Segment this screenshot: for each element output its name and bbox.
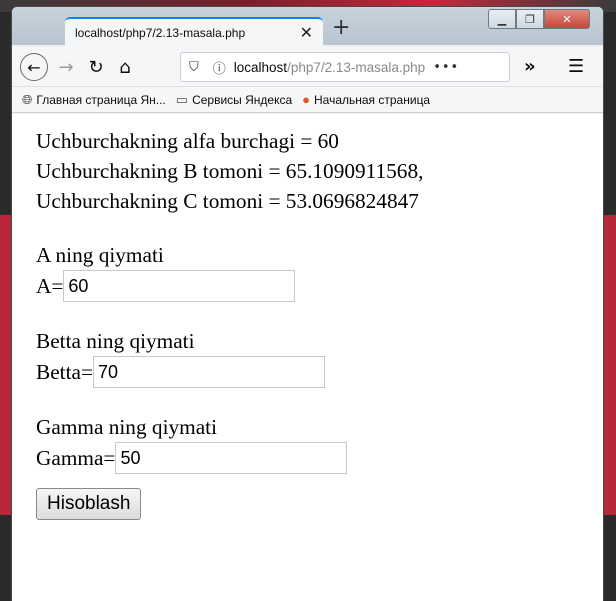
minimize-button[interactable]: ▁ (488, 9, 516, 29)
a-label: A= (36, 274, 64, 298)
result-b-side-line: Uchburchakning B tomoni = 65.1090911568, (36, 159, 424, 183)
url-path: /php7/2.13-masala.php (287, 59, 426, 75)
bookmark-yandex-services[interactable]: ▭ Сервисы Яндекса (176, 92, 292, 108)
forward-button[interactable]: → (54, 53, 78, 81)
gamma-heading: Gamma ning qiymati (36, 415, 217, 439)
new-tab-button[interactable]: + (332, 15, 350, 40)
close-tab-icon[interactable]: ✕ (300, 23, 313, 42)
betta-label: Betta= (36, 360, 93, 384)
maximize-button[interactable]: ❐ (516, 9, 544, 29)
page-actions-button[interactable]: ••• (433, 60, 459, 75)
info-icon[interactable]: ⓘ (213, 58, 226, 77)
gamma-input[interactable] (115, 442, 348, 474)
folder-icon: ▭ (175, 91, 189, 107)
address-bar[interactable]: ⛉ ⓘ localhost/php7/2.13-masala.php ••• (180, 52, 510, 82)
bookmark-label: Главная страница Ян... (36, 92, 166, 107)
calculate-button[interactable]: Hisoblash (36, 488, 142, 520)
navigation-toolbar: ← → ↻ ⌂ ⛉ ⓘ localhost/php7/2.13-masala.p… (12, 47, 603, 87)
a-heading: A ning qiymati (36, 243, 164, 267)
overflow-menu-button[interactable]: » (524, 56, 536, 77)
bookmark-yandex-home[interactable]: 🌐︎ Главная страница Ян... (22, 92, 166, 108)
result-c-side-line: Uchburchakning C tomoni = 53.0696824847 (36, 189, 419, 213)
shield-icon[interactable]: ⛉ (189, 60, 199, 75)
bookmark-label: Начальная страница (314, 92, 431, 107)
bookmark-label: Сервисы Яндекса (192, 92, 293, 107)
back-button[interactable]: ← (20, 53, 48, 81)
bookmark-start-page[interactable]: ● Начальная страница (302, 92, 430, 107)
home-button[interactable]: ⌂ (113, 53, 137, 81)
close-window-button[interactable]: ✕ (544, 9, 590, 29)
a-input[interactable] (63, 270, 296, 302)
result-alpha-line: Uchburchakning alfa burchagi = 60 (36, 129, 339, 153)
reload-button[interactable]: ↻ (84, 53, 108, 81)
bookmarks-bar: 🌐︎ Главная страница Ян... ▭ Сервисы Янде… (12, 87, 603, 113)
globe-icon: 🌐︎ (22, 91, 33, 107)
hamburger-menu-button[interactable]: ☰ (568, 56, 584, 77)
page-content: Uchburchakning alfa burchagi = 60 Uchbur… (12, 114, 603, 601)
title-bar: localhost/php7/2.13-masala.php ✕ + ▁ ❐ ✕ (12, 7, 603, 47)
betta-heading: Betta ning qiymati (36, 329, 195, 353)
browser-tab[interactable]: localhost/php7/2.13-masala.php ✕ (65, 17, 323, 47)
tab-title: localhost/php7/2.13-masala.php (75, 26, 246, 40)
gamma-label: Gamma= (36, 446, 116, 470)
firefox-icon: ● (302, 92, 310, 107)
browser-window: localhost/php7/2.13-masala.php ✕ + ▁ ❐ ✕… (11, 6, 604, 601)
betta-input[interactable] (92, 356, 325, 388)
url-text[interactable]: localhost/php7/2.13-masala.php (234, 60, 425, 75)
url-host: localhost (233, 59, 288, 75)
